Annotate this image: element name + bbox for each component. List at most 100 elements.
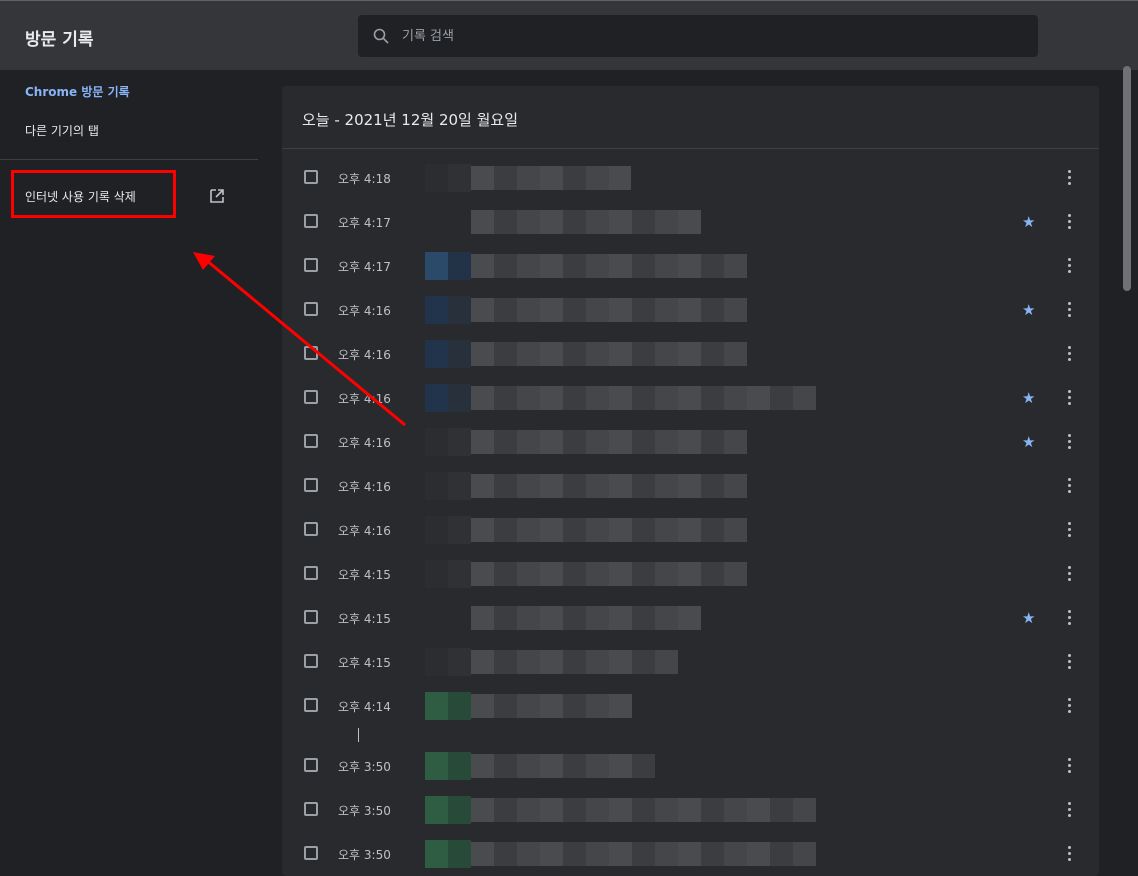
search-icon [373, 28, 389, 44]
entry-checkbox[interactable] [304, 522, 318, 536]
annotation-highlight-box [11, 170, 176, 218]
more-vert-icon[interactable] [1062, 212, 1076, 232]
more-vert-icon[interactable] [1062, 168, 1076, 188]
entry-checkbox[interactable] [304, 758, 318, 772]
search-box[interactable] [358, 15, 1038, 57]
entry-checkbox[interactable] [304, 346, 318, 360]
star-icon[interactable]: ★ [1022, 213, 1035, 231]
entry-checkbox[interactable] [304, 258, 318, 272]
more-vert-icon[interactable] [1062, 696, 1076, 716]
history-entry[interactable]: 오후 3:50 [282, 744, 1099, 788]
entry-title-redacted[interactable] [471, 166, 631, 190]
more-vert-icon[interactable] [1062, 520, 1076, 540]
entry-checkbox[interactable] [304, 302, 318, 316]
history-entry[interactable]: 오후 4:18 [282, 156, 1099, 200]
favicon [425, 472, 471, 500]
history-entry[interactable]: 오후 4:16 [282, 332, 1099, 376]
favicon [425, 208, 471, 236]
entry-title-redacted[interactable] [471, 430, 747, 454]
scrollbar[interactable] [1120, 62, 1134, 866]
entry-time: 오후 3:50 [338, 848, 391, 862]
favicon [425, 796, 471, 824]
scrollbar-thumb[interactable] [1123, 66, 1131, 291]
entry-time: 오후 4:14 [338, 700, 391, 714]
more-vert-icon[interactable] [1062, 564, 1076, 584]
entry-time: 오후 4:15 [338, 612, 391, 626]
more-vert-icon[interactable] [1062, 844, 1076, 864]
entry-title-redacted[interactable] [471, 798, 816, 822]
entry-title-redacted[interactable] [471, 386, 816, 410]
entry-title-redacted[interactable] [471, 606, 701, 630]
entry-checkbox[interactable] [304, 698, 318, 712]
favicon [425, 840, 471, 868]
entry-title-redacted[interactable] [471, 842, 816, 866]
entry-time: 오후 4:17 [338, 260, 391, 274]
entry-time: 오후 4:16 [338, 304, 391, 318]
entry-title-redacted[interactable] [471, 210, 701, 234]
entry-time: 오후 4:15 [338, 656, 391, 670]
entry-title-redacted[interactable] [471, 298, 747, 322]
entry-checkbox[interactable] [304, 846, 318, 860]
entry-title-redacted[interactable] [471, 518, 747, 542]
entry-checkbox[interactable] [304, 566, 318, 580]
entry-checkbox[interactable] [304, 478, 318, 492]
entry-title-redacted[interactable] [471, 474, 747, 498]
entry-title-redacted[interactable] [471, 254, 747, 278]
entry-checkbox[interactable] [304, 170, 318, 184]
star-icon[interactable]: ★ [1022, 301, 1035, 319]
history-entry[interactable]: 오후 4:16 [282, 508, 1099, 552]
more-vert-icon[interactable] [1062, 756, 1076, 776]
favicon [425, 296, 471, 324]
card-divider [282, 148, 1099, 149]
history-entry[interactable]: 오후 3:50 [282, 788, 1099, 832]
favicon [425, 164, 471, 192]
favicon [425, 384, 471, 412]
entry-checkbox[interactable] [304, 214, 318, 228]
entry-checkbox[interactable] [304, 390, 318, 404]
history-entry[interactable]: 오후 4:15 [282, 640, 1099, 684]
history-entry[interactable]: 오후 3:50 [282, 832, 1099, 876]
more-vert-icon[interactable] [1062, 800, 1076, 820]
more-vert-icon[interactable] [1062, 652, 1076, 672]
open-in-new-icon[interactable] [208, 187, 226, 205]
sidebar-item-chrome-history[interactable]: Chrome 방문 기록 [25, 83, 130, 100]
entry-checkbox[interactable] [304, 610, 318, 624]
search-input[interactable] [402, 15, 1022, 57]
entry-checkbox[interactable] [304, 434, 318, 448]
entry-checkbox[interactable] [304, 654, 318, 668]
more-vert-icon[interactable] [1062, 388, 1076, 408]
entry-time: 오후 4:16 [338, 392, 391, 406]
entry-time: 오후 4:16 [338, 480, 391, 494]
entry-time: 오후 4:16 [338, 436, 391, 450]
favicon [425, 752, 471, 780]
history-entry[interactable]: 오후 4:17 ★ [282, 200, 1099, 244]
star-icon[interactable]: ★ [1022, 609, 1035, 627]
entry-title-redacted[interactable] [471, 754, 655, 778]
history-entry[interactable]: 오후 4:17 [282, 244, 1099, 288]
entry-title-redacted[interactable] [471, 650, 678, 674]
favicon [425, 340, 471, 368]
favicon [425, 516, 471, 544]
more-vert-icon[interactable] [1062, 432, 1076, 452]
history-entry[interactable]: 오후 4:16 ★ [282, 376, 1099, 420]
sidebar-item-other-devices[interactable]: 다른 기기의 탭 [25, 122, 99, 139]
more-vert-icon[interactable] [1062, 256, 1076, 276]
entry-title-redacted[interactable] [471, 342, 747, 366]
date-heading: 오늘 - 2021년 12월 20일 월요일 [302, 111, 519, 129]
entry-title-redacted[interactable] [471, 694, 632, 718]
more-vert-icon[interactable] [1062, 344, 1076, 364]
entry-checkbox[interactable] [304, 802, 318, 816]
more-vert-icon[interactable] [1062, 300, 1076, 320]
history-entry[interactable]: 오후 4:16 ★ [282, 288, 1099, 332]
history-entry[interactable]: 오후 4:16 [282, 464, 1099, 508]
history-entry[interactable]: 오후 4:15 ★ [282, 596, 1099, 640]
more-vert-icon[interactable] [1062, 476, 1076, 496]
entry-title-redacted[interactable] [471, 562, 747, 586]
star-icon[interactable]: ★ [1022, 389, 1035, 407]
history-entry[interactable]: 오후 4:15 [282, 552, 1099, 596]
history-entry[interactable]: 오후 4:14 [282, 684, 1099, 728]
entry-time: 오후 4:17 [338, 216, 391, 230]
history-entry[interactable]: 오후 4:16 ★ [282, 420, 1099, 464]
star-icon[interactable]: ★ [1022, 433, 1035, 451]
more-vert-icon[interactable] [1062, 608, 1076, 628]
